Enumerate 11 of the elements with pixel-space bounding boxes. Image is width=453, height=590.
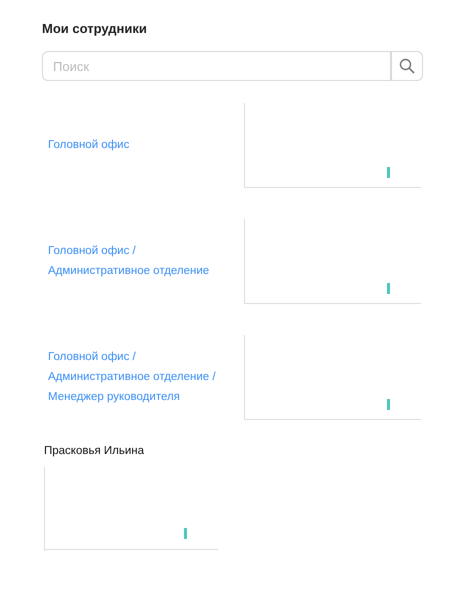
department-link[interactable]: Головной офис bbox=[48, 138, 244, 153]
search-button[interactable] bbox=[391, 51, 423, 81]
department-link[interactable]: Головной офис / bbox=[48, 350, 244, 365]
department-link[interactable]: Головной офис / bbox=[48, 244, 244, 259]
department-link[interactable]: Менеджер руководителя bbox=[48, 390, 244, 405]
search-field[interactable]: Поиск bbox=[42, 51, 391, 81]
department-link[interactable]: Административное отделение / bbox=[48, 370, 244, 385]
page-title: Мои сотрудники bbox=[42, 20, 148, 38]
employee-name: Прасковья Ильина bbox=[44, 444, 146, 458]
search-icon bbox=[399, 58, 415, 74]
department-link[interactable]: Административное отделение bbox=[48, 264, 244, 279]
